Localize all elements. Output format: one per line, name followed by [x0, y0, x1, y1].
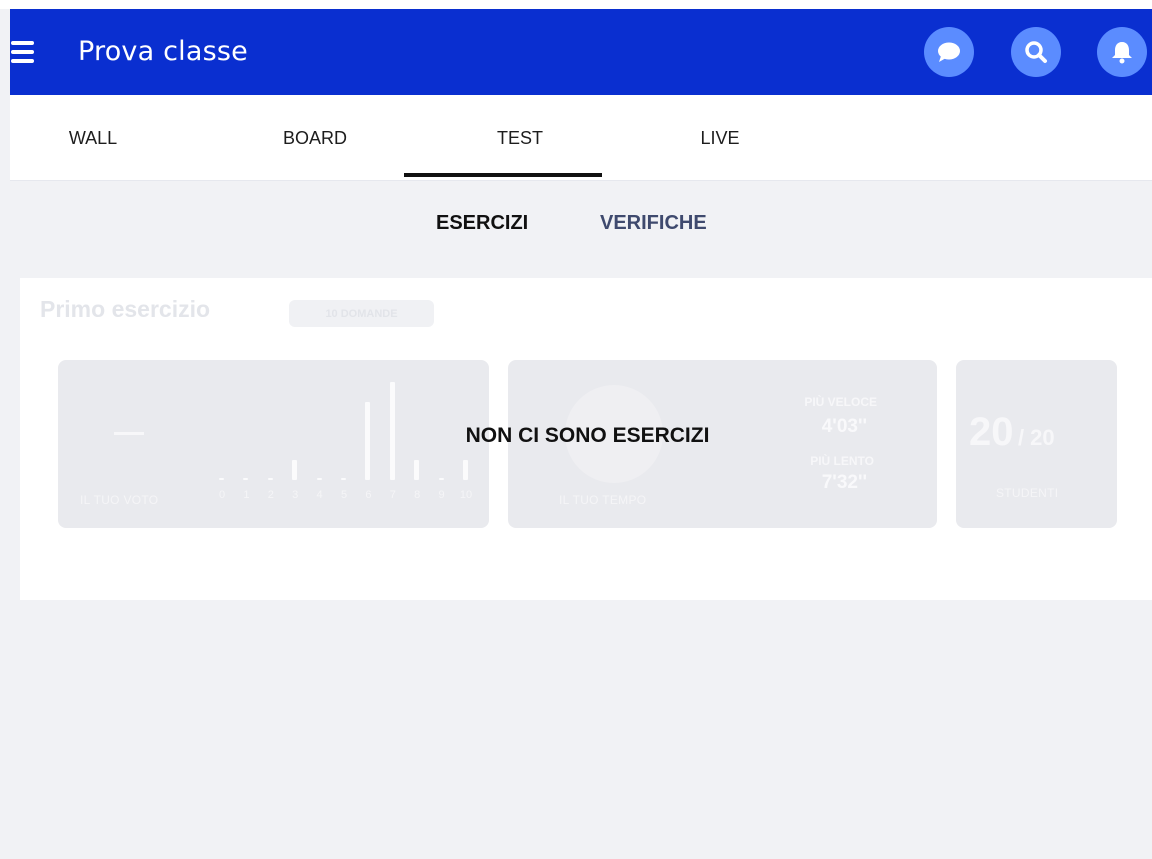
subtab-esercizi[interactable]: ESERCIZI — [436, 212, 528, 235]
histogram-bar — [414, 460, 420, 480]
app-screen: Prova classe WALL BOARD TEST LIVE ESERCI… — [0, 0, 1152, 859]
tab-bar: WALL BOARD TEST LIVE — [10, 95, 1152, 181]
menu-icon[interactable] — [11, 41, 34, 63]
slowest-label: PIÙ LENTO — [810, 454, 874, 468]
histogram-bar — [316, 478, 322, 480]
app-bar: Prova classe — [10, 9, 1152, 95]
histogram-label: 4 — [316, 489, 323, 501]
subtab-verifiche[interactable]: VERIFICHE — [600, 212, 707, 235]
slowest-value: 7'32'' — [821, 472, 867, 493]
notifications-button[interactable] — [1097, 27, 1147, 77]
histogram-label: 2 — [267, 489, 274, 501]
tab-test[interactable]: TEST — [450, 95, 590, 181]
chat-icon — [938, 42, 960, 62]
histogram-label: 1 — [243, 489, 250, 501]
search-button[interactable] — [1011, 27, 1061, 77]
fastest-label: PIÙ VELOCE — [804, 395, 877, 409]
histogram-bar — [243, 478, 249, 480]
histogram-label: 6 — [365, 489, 372, 501]
histogram-bar — [341, 478, 346, 480]
histogram-bar — [267, 478, 273, 480]
empty-state-message: NON CI SONO ESERCIZI — [465, 424, 710, 447]
histogram-bar — [292, 460, 298, 480]
tab-board[interactable]: BOARD — [250, 95, 380, 181]
histogram-label: 10 — [459, 489, 473, 501]
histogram-bar — [438, 478, 444, 480]
histogram-label: 7 — [389, 489, 396, 501]
tab-wall[interactable]: WALL — [50, 95, 136, 181]
tab-live[interactable]: LIVE — [680, 95, 760, 181]
question-count-badge: 10 DOMANDE — [289, 300, 434, 327]
page-title: Prova classe — [78, 36, 248, 67]
subtab-bar: ESERCIZI VERIFICHE — [0, 212, 1152, 242]
search-icon — [1025, 41, 1047, 63]
histogram-label: 3 — [292, 489, 299, 501]
active-tab-indicator — [404, 173, 602, 177]
grade-label: IL TUO VOTO — [80, 493, 159, 507]
histogram-label: 0 — [218, 489, 226, 501]
bell-icon — [1112, 42, 1132, 64]
time-label: IL TUO TEMPO — [559, 493, 647, 507]
status-strip — [0, 0, 1152, 9]
histogram-bar — [463, 460, 468, 480]
chat-button[interactable] — [924, 27, 974, 77]
histogram-label: 9 — [438, 489, 445, 501]
students-label: STUDENTI — [996, 486, 1059, 500]
histogram-label: 5 — [340, 489, 348, 501]
exercise-title: Primo esercizio — [40, 296, 211, 322]
histogram-label: 8 — [414, 489, 421, 501]
histogram-bar — [219, 478, 224, 480]
